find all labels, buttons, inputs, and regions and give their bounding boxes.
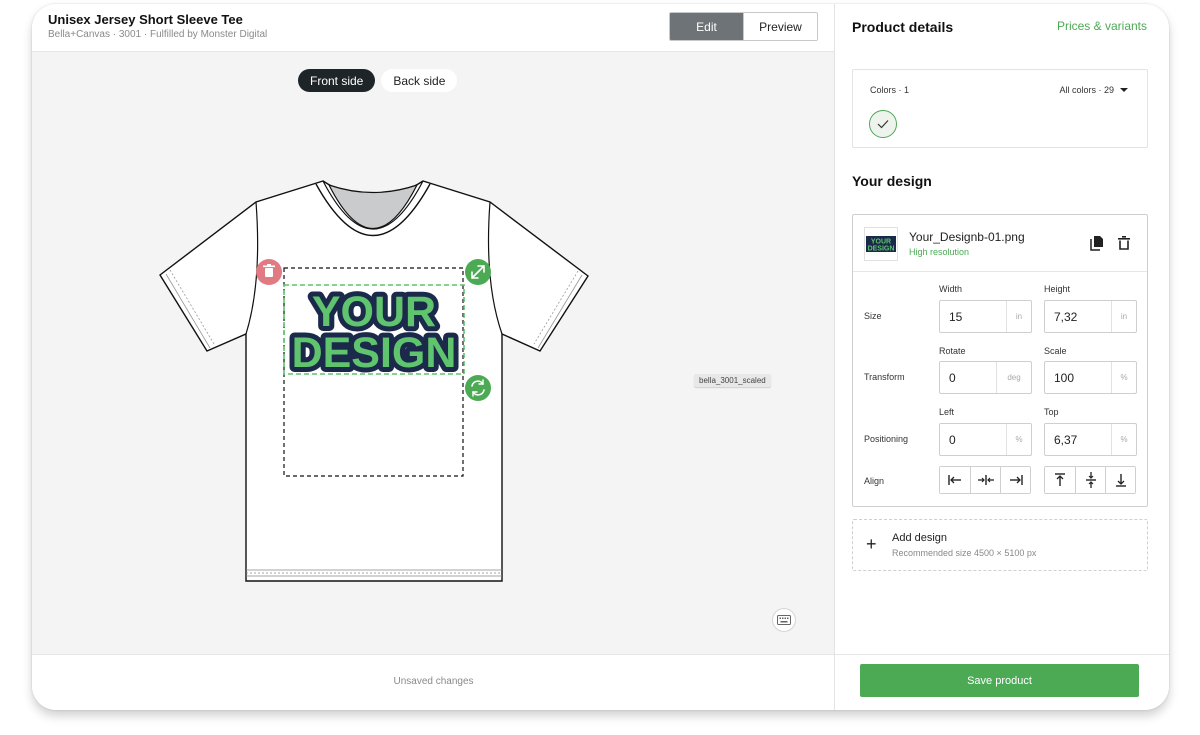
keyboard-shortcuts-button[interactable] [772, 608, 796, 632]
all-colors-label: All colors · 29 [1059, 85, 1114, 95]
top-input[interactable] [1045, 424, 1111, 455]
add-design-button[interactable]: + Add design Recommended size 4500 × 510… [852, 519, 1148, 571]
width-title: Width [939, 284, 963, 294]
top-unit: % [1111, 424, 1136, 455]
add-design-recommended-size: Recommended size 4500 × 5100 px [892, 548, 1037, 558]
height-field[interactable]: in [1044, 300, 1137, 333]
svg-text:DESIGN: DESIGN [292, 329, 457, 377]
top-field[interactable]: % [1044, 423, 1137, 456]
prices-variants-link[interactable]: Prices & variants [1057, 19, 1147, 33]
resize-icon[interactable] [465, 259, 491, 285]
align-center-v-icon[interactable] [1075, 467, 1105, 493]
colors-count-label: Colors · 1 [870, 85, 910, 95]
panel-footer: Save product [835, 654, 1169, 710]
scale-unit: % [1111, 362, 1136, 393]
editor-window: Unisex Jersey Short Sleeve Tee Bella+Can… [32, 4, 1169, 710]
all-colors-dropdown[interactable]: All colors · 29 [1059, 85, 1128, 95]
left-input[interactable] [940, 424, 1006, 455]
align-right-icon[interactable] [1000, 467, 1030, 493]
tshirt-mockup: YOUR YOUR DESIGN DESIGN [159, 180, 589, 582]
align-center-h-icon[interactable] [970, 467, 1000, 493]
transform-label: Transform [864, 372, 905, 382]
design-file-name: Your_Designb-01.png [909, 230, 1025, 244]
check-icon [877, 120, 889, 129]
width-unit: in [1006, 301, 1031, 332]
add-design-title: Add design [892, 532, 948, 544]
design-canvas: YOUR YOUR DESIGN DESIGN Front side Back … [32, 52, 835, 654]
color-swatch-white[interactable] [869, 110, 897, 138]
design-artwork: YOUR YOUR DESIGN DESIGN [287, 283, 462, 382]
side-tabs: Front side Back side [298, 69, 458, 92]
scale-input[interactable] [1045, 362, 1111, 393]
size-label: Size [864, 311, 882, 321]
rotate-title: Rotate [939, 346, 966, 356]
trash-icon[interactable] [256, 259, 282, 285]
preview-mode-button[interactable]: Preview [743, 13, 817, 40]
product-title: Unisex Jersey Short Sleeve Tee [48, 12, 243, 27]
editor-header: Unisex Jersey Short Sleeve Tee Bella+Can… [32, 4, 835, 52]
product-details-panel: Product details Prices & variants Colors… [834, 4, 1169, 710]
svg-text:YOUR: YOUR [871, 239, 891, 246]
product-subtitle: Bella+Canvas · 3001 · Fulfilled by Monst… [48, 29, 268, 40]
editor-footer: Unsaved changes [32, 654, 835, 710]
align-top-icon[interactable] [1045, 467, 1075, 493]
tshirt-body [159, 180, 589, 582]
height-input[interactable] [1045, 301, 1111, 332]
height-title: Height [1044, 284, 1071, 294]
unsaved-changes-status: Unsaved changes [393, 676, 474, 687]
rotate-icon[interactable] [465, 375, 491, 401]
design-resolution-badge: High resolution [909, 247, 970, 257]
design-file-row: YOUR DESIGN Your_Designb-01.png High res… [853, 215, 1147, 272]
height-unit: in [1111, 301, 1136, 332]
plus-icon: + [866, 534, 877, 554]
save-product-button[interactable]: Save product [860, 664, 1139, 697]
mode-toggle: Edit Preview [669, 12, 818, 41]
delete-design-icon[interactable] [1115, 234, 1133, 252]
left-unit: % [1006, 424, 1031, 455]
copy-icon[interactable] [1088, 234, 1106, 252]
keyboard-icon [777, 615, 791, 625]
colors-section: Colors · 1 All colors · 29 [852, 69, 1148, 148]
rotate-unit: deg [996, 362, 1031, 393]
align-bottom-icon[interactable] [1105, 467, 1135, 493]
top-title: Top [1044, 407, 1059, 417]
positioning-label: Positioning [864, 434, 909, 444]
width-field[interactable]: in [939, 300, 1032, 333]
align-left-icon[interactable] [940, 467, 970, 493]
design-layer-card: YOUR DESIGN Your_Designb-01.png High res… [852, 214, 1148, 507]
your-design-title: Your design [852, 173, 932, 189]
svg-text:DESIGN: DESIGN [868, 246, 895, 253]
rotate-input[interactable] [940, 362, 996, 393]
scale-title: Scale [1044, 346, 1067, 356]
layer-tag: bella_3001_scaled [694, 374, 771, 387]
left-field[interactable]: % [939, 423, 1032, 456]
tab-front-side[interactable]: Front side [298, 69, 376, 92]
align-label: Align [864, 476, 885, 486]
panel-title: Product details [852, 19, 954, 35]
scale-field[interactable]: % [1044, 361, 1137, 394]
tab-back-side[interactable]: Back side [381, 69, 458, 92]
width-input[interactable] [940, 301, 1006, 332]
chevron-down-icon [1120, 88, 1128, 92]
design-thumbnail: YOUR DESIGN [864, 227, 898, 261]
left-title: Left [939, 407, 955, 417]
rotate-field[interactable]: deg [939, 361, 1032, 394]
horizontal-align-group [939, 466, 1031, 494]
vertical-align-group [1044, 466, 1136, 494]
edit-mode-button[interactable]: Edit [670, 13, 743, 40]
